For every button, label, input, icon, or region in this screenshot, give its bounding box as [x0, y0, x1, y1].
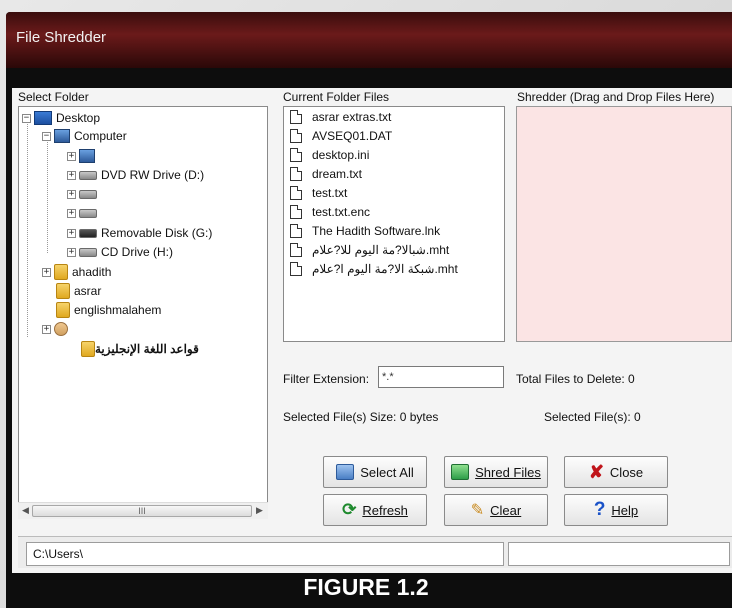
list-item[interactable]: شبكة الا?مة اليوم ا?علام.mht — [290, 259, 458, 278]
current-files-list[interactable]: asrar extras.txt AVSEQ01.DAT desktop.ini… — [283, 106, 505, 342]
figure-caption: FIGURE 1.2 — [303, 574, 429, 600]
total-files-label: Total Files to Delete: 0 — [516, 372, 635, 386]
tree-item-user-folder[interactable]: + — [42, 320, 72, 338]
list-item[interactable]: شبالا?مة اليوم للا?علام.mht — [290, 240, 449, 259]
list-item[interactable]: The Hadith Software.lnk — [290, 221, 440, 240]
filter-extension-input[interactable] — [378, 366, 504, 388]
tree-item-dvd-drive[interactable]: + DVD RW Drive (D:) — [67, 166, 204, 184]
figure-frame: File Shredder Select Folder Current Fold… — [0, 0, 732, 608]
folder-icon — [56, 283, 70, 299]
refresh-button[interactable]: ⟳ Refresh — [323, 494, 427, 526]
shredder-label: Shredder (Drag and Drop Files Here) — [517, 90, 715, 104]
desktop-icon — [34, 111, 52, 125]
expand-icon[interactable]: + — [67, 208, 76, 218]
window-title: File Shredder — [16, 29, 107, 46]
dvd-drive-icon — [79, 170, 97, 180]
filter-extension-label: Filter Extension: — [283, 372, 370, 386]
tree-item-cd-drive[interactable]: + CD Drive (H:) — [67, 243, 173, 261]
close-icon: ✘ — [588, 461, 604, 482]
file-icon — [290, 128, 302, 143]
scroll-thumb[interactable]: III — [32, 505, 252, 517]
current-files-label: Current Folder Files — [283, 90, 390, 104]
tree-item-englishmalahem[interactable]: englishmalahem — [56, 301, 161, 319]
expand-icon[interactable]: + — [42, 324, 51, 334]
expand-icon[interactable]: + — [42, 267, 51, 277]
expand-icon[interactable]: + — [67, 228, 76, 238]
folder-icon — [56, 302, 70, 318]
collapse-icon[interactable]: − — [22, 113, 31, 123]
refresh-icon: ⟳ — [342, 500, 357, 519]
removable-disk-icon — [79, 228, 97, 238]
computer-icon — [54, 129, 70, 143]
select-all-icon — [336, 464, 355, 480]
folder-icon — [81, 341, 95, 357]
expand-icon[interactable]: + — [67, 151, 76, 161]
scroll-left-icon[interactable]: ◀ — [22, 505, 29, 516]
list-item[interactable]: AVSEQ01.DAT — [290, 126, 392, 145]
list-item[interactable]: asrar extras.txt — [290, 107, 391, 126]
select-folder-label: Select Folder — [18, 90, 89, 104]
select-all-button[interactable]: Select All — [323, 456, 427, 488]
selected-count-label: Selected File(s): 0 — [544, 410, 641, 424]
status-right-panel — [508, 542, 730, 566]
file-icon — [290, 185, 302, 200]
tree-item-desktop[interactable]: − Desktop — [22, 109, 100, 127]
file-icon — [290, 109, 302, 124]
folder-tree[interactable]: − Desktop − Computer + + DVD RW Drive (D… — [18, 106, 268, 518]
status-bar: C:\Users\ — [18, 536, 732, 568]
tree-item-arabic-folder[interactable]: قواعد اللغة الإنجليزية — [77, 340, 199, 358]
expand-icon[interactable]: + — [67, 170, 76, 180]
user-folder-icon — [54, 322, 68, 336]
close-button[interactable]: ✘ Close — [564, 456, 668, 488]
status-path: C:\Users\ — [26, 542, 504, 566]
file-icon — [290, 204, 302, 219]
folder-icon — [54, 264, 68, 280]
tree-item-drive-e[interactable]: + — [67, 185, 101, 203]
file-icon — [290, 223, 302, 238]
selected-size-label: Selected File(s) Size: 0 bytes — [283, 410, 439, 424]
drive-icon — [79, 189, 97, 199]
clear-button[interactable]: ✎ Clear — [444, 494, 548, 526]
list-item[interactable]: test.txt.enc — [290, 202, 370, 221]
help-button[interactable]: ? Help — [564, 494, 668, 526]
drive-icon — [79, 149, 95, 163]
list-item[interactable]: test.txt — [290, 183, 347, 202]
tree-item-asrar[interactable]: asrar — [56, 282, 101, 300]
tree-item-ahadith[interactable]: + ahadith — [42, 263, 111, 281]
list-item[interactable]: dream.txt — [290, 164, 362, 183]
tree-item-removable-disk[interactable]: + Removable Disk (G:) — [67, 224, 212, 242]
list-item[interactable]: desktop.ini — [290, 145, 369, 164]
drive-icon — [79, 208, 97, 218]
eraser-icon: ✎ — [470, 502, 485, 519]
client-area: Select Folder Current Folder Files Shred… — [12, 88, 732, 573]
shredder-icon — [451, 464, 470, 480]
file-icon — [290, 261, 302, 276]
title-bar[interactable]: File Shredder — [6, 12, 732, 68]
file-icon — [290, 242, 302, 257]
tree-item-drive-f[interactable]: + — [67, 204, 101, 222]
cd-drive-icon — [79, 247, 97, 257]
tree-horizontal-scrollbar[interactable]: ◀ III ▶ — [18, 502, 268, 519]
collapse-icon[interactable]: − — [42, 131, 51, 141]
file-icon — [290, 166, 302, 181]
app-window: File Shredder Select Folder Current Fold… — [6, 12, 732, 608]
shredder-drop-zone[interactable] — [516, 106, 732, 342]
expand-icon[interactable]: + — [67, 247, 76, 257]
file-icon — [290, 147, 302, 162]
expand-icon[interactable]: + — [67, 189, 76, 199]
shred-files-button[interactable]: Shred Files — [444, 456, 548, 488]
tree-item-computer[interactable]: − Computer — [42, 127, 127, 145]
help-icon: ? — [593, 499, 606, 520]
scroll-right-icon[interactable]: ▶ — [256, 505, 263, 516]
tree-item-drive-c[interactable]: + — [67, 147, 99, 165]
